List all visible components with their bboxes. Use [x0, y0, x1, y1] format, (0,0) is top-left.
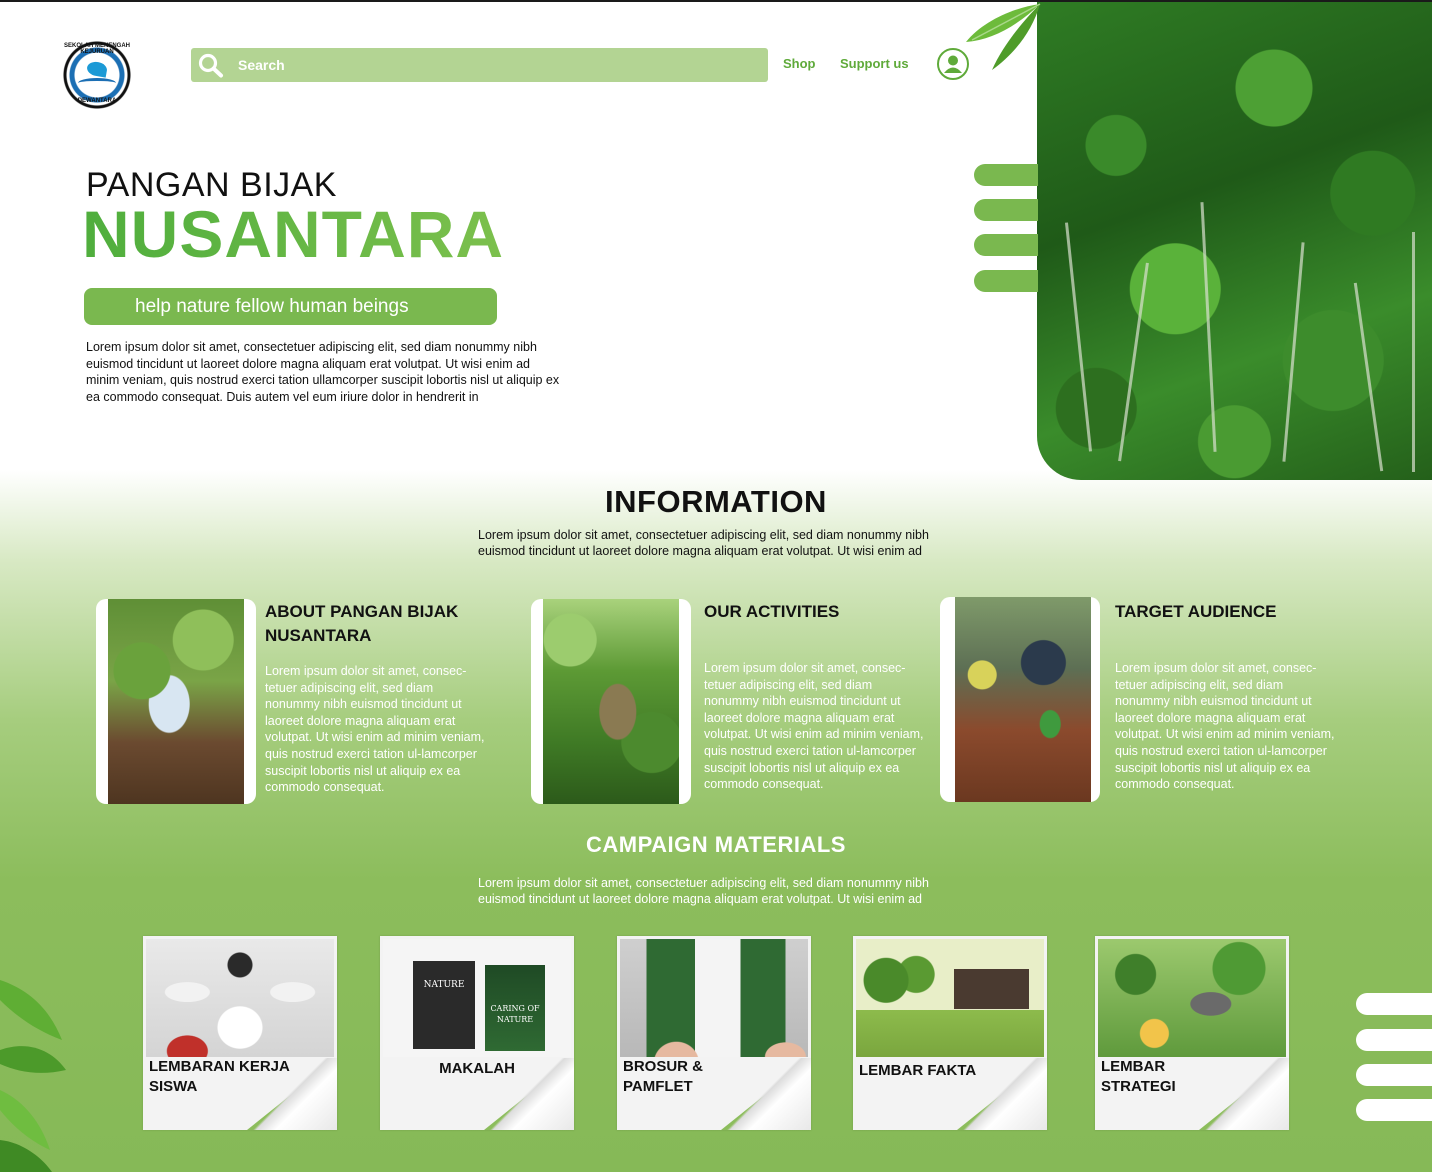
- material-card[interactable]: LEMBAR STRATEGI: [1095, 936, 1289, 1130]
- search-bar[interactable]: Search: [191, 48, 768, 82]
- information-paragraph: Lorem ipsum dolor sit amet, consectetuer…: [478, 528, 929, 559]
- decor-pill: [1356, 1064, 1432, 1086]
- about-card-text: Lorem ipsum dolor sit amet, consec-tetue…: [265, 664, 485, 795]
- decor-pill: [974, 199, 1038, 221]
- material-label: LEMBAR FAKTA: [859, 1062, 977, 1079]
- audience-card-image[interactable]: [940, 597, 1100, 802]
- material-card[interactable]: LEMBAR FAKTA: [853, 936, 1047, 1130]
- makalah-posters: NATURE CARING OF NATURE: [383, 939, 571, 1057]
- activities-card-text: Lorem ipsum dolor sit amet, consec-tetue…: [704, 661, 924, 792]
- logo-top-text: SEKOLAH MENENGAH KEJURUAN: [63, 43, 130, 55]
- hero-paragraph: Lorem ipsum dolor sit amet, consectetuer…: [86, 340, 560, 404]
- material-card[interactable]: LEMBARAN KERJA SISWA: [143, 936, 337, 1130]
- search-input[interactable]: Search: [238, 57, 285, 73]
- campaign-title: CAMPAIGN MATERIALS: [586, 832, 846, 857]
- decor-pill: [1356, 1029, 1432, 1051]
- logo-leaf-icon: [85, 60, 109, 78]
- poster-right: CARING OF NATURE: [485, 965, 545, 1051]
- school-logo[interactable]: SEKOLAH MENENGAH KEJURUAN DEWANTARA: [60, 38, 134, 112]
- material-label: BROSUR & PAMFLET: [623, 1058, 704, 1095]
- material-label: MAKALAH: [439, 1060, 515, 1077]
- students-photo: [146, 939, 334, 1057]
- nav-support-link[interactable]: Support us: [840, 56, 909, 71]
- audience-card-title: TARGET AUDIENCE: [1115, 602, 1277, 621]
- rainforest-photo: [543, 599, 679, 804]
- logo-wave-icon: [78, 78, 116, 88]
- brochure-photo: [620, 939, 808, 1057]
- campaign-paragraph: Lorem ipsum dolor sit amet, consectetuer…: [478, 876, 929, 907]
- search-icon[interactable]: [197, 52, 225, 78]
- about-card-title: ABOUT PANGAN BIJAK NUSANTARA: [265, 602, 459, 645]
- hero-tagline-button[interactable]: help nature fellow human beings: [84, 288, 497, 325]
- audience-card-text: Lorem ipsum dolor sit amet, consec-tetue…: [1115, 661, 1335, 792]
- leaf-icon: [966, 3, 1041, 70]
- fact-sheet-illustration: [856, 939, 1044, 1057]
- forest-hero-image: [1037, 2, 1432, 480]
- planting-photo: [108, 599, 244, 804]
- decor-pill: [974, 270, 1038, 292]
- activities-card-image[interactable]: [531, 599, 691, 804]
- material-card[interactable]: NATURE CARING OF NATURE MAKALAH: [380, 936, 574, 1130]
- material-card[interactable]: BROSUR & PAMFLET: [617, 936, 811, 1130]
- decor-pill: [1356, 1099, 1432, 1121]
- about-card-image[interactable]: [96, 599, 256, 804]
- strategy-illustration: [1098, 939, 1286, 1057]
- leaf-icon: [0, 980, 66, 1172]
- nav-shop-link[interactable]: Shop: [783, 56, 816, 71]
- information-title: INFORMATION: [605, 484, 827, 519]
- poster-left: NATURE: [413, 961, 475, 1049]
- logo-bottom-text: DEWANTARA: [77, 98, 117, 104]
- material-label: LEMBARAN KERJA SISWA: [149, 1058, 290, 1095]
- decor-pill: [974, 164, 1038, 186]
- decor-pill: [1356, 993, 1432, 1015]
- hero-title-big: NUSANTARA: [82, 197, 505, 271]
- activities-card-title: OUR ACTIVITIES: [704, 602, 840, 621]
- volunteers-photo: [955, 597, 1091, 802]
- decor-pill: [974, 234, 1038, 256]
- material-label: LEMBAR STRATEGI: [1101, 1058, 1176, 1095]
